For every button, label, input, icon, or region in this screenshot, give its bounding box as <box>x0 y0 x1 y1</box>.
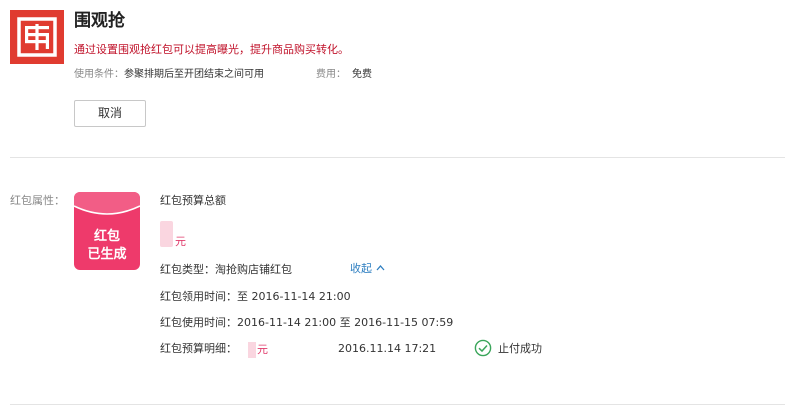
use-time-row: 红包使用时间：2016-11-14 21:00 至 2016-11-15 07:… <box>160 316 453 330</box>
detail-date: 2016.11.14 17:21 <box>338 342 437 355</box>
budget-amount-redacted <box>160 221 173 247</box>
fee-value: 免费 <box>352 69 372 80</box>
detail-status: 止付成功 <box>498 342 542 355</box>
budget-total-label: 红包预算总额 <box>160 194 226 207</box>
feature-description: 通过设置围观抢红包可以提高曝光，提升商品购买转化。 <box>74 43 349 56</box>
chevron-up-icon <box>376 265 384 271</box>
budget-amount-unit: 元 <box>175 235 186 248</box>
packet-type-row: 红包类型：淘抢购店铺红包 <box>160 263 292 277</box>
collapse-link[interactable]: 收起 <box>350 262 385 276</box>
condition-label: 使用条件： <box>74 69 124 80</box>
use-time-value: 2016-11-14 21:00 至 2016-11-15 07:59 <box>237 316 454 329</box>
badge-line-2: 已生成 <box>87 247 127 262</box>
packet-attribute-label: 红包属性： <box>10 194 65 207</box>
packet-type-value: 淘抢购店铺红包 <box>215 263 292 276</box>
detail-amount-unit: 元 <box>257 343 268 356</box>
claim-time-label: 红包领用时间： <box>160 290 237 303</box>
detail-amount-redacted <box>248 342 256 358</box>
page-title: 围观抢 <box>74 11 125 31</box>
red-packet-badge: 红包 已生成 <box>74 192 140 270</box>
collapse-label: 收起 <box>350 262 372 275</box>
use-time-label: 红包使用时间： <box>160 316 237 329</box>
claim-time-value: 至 2016-11-14 21:00 <box>237 290 351 303</box>
section-divider <box>10 157 785 158</box>
bottom-divider <box>10 404 785 405</box>
cancel-button[interactable]: 取消 <box>74 100 146 127</box>
claim-time-row: 红包领用时间：至 2016-11-14 21:00 <box>160 290 351 304</box>
condition-value: 参聚排期后至开团结束之间可用 <box>124 69 264 80</box>
badge-line-1: 红包 <box>93 229 120 244</box>
packet-type-label: 红包类型： <box>160 263 215 276</box>
seal-logo-icon <box>10 10 64 64</box>
check-circle-icon <box>474 339 492 357</box>
fee-label: 费用： <box>316 69 346 80</box>
budget-detail-label: 红包预算明细： <box>160 342 237 355</box>
